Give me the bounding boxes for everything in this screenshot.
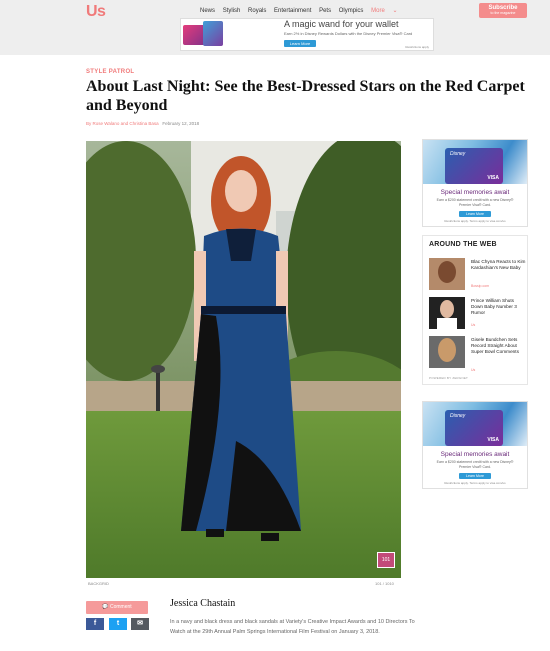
main-nav: News Stylish Royals Entertainment Pets O… bbox=[200, 7, 409, 14]
email-icon: ✉ bbox=[137, 620, 143, 627]
sidebar-ad-bottom[interactable]: Disney VISA Special memories await Earn … bbox=[422, 401, 528, 489]
article-title: About Last Night: See the Best-Dressed S… bbox=[86, 78, 525, 114]
email-share-button[interactable]: ✉ bbox=[131, 618, 149, 630]
around-the-web-heading: AROUND THE WEB bbox=[429, 241, 497, 248]
ad-headline: A magic wand for your wallet bbox=[284, 19, 399, 29]
ad-fine-print: Earn 2% in Disney Rewards Dollars with t… bbox=[284, 31, 413, 36]
site-header: Us News Stylish Royals Entertainment Pet… bbox=[0, 0, 550, 55]
chevron-down-icon: ⌄ bbox=[392, 8, 398, 14]
list-item[interactable]: Prince William Shuts Down Baby Number 3 … bbox=[429, 297, 524, 329]
nav-item-pets[interactable]: Pets bbox=[319, 8, 331, 14]
ad-learn-more-button[interactable]: Learn More bbox=[459, 473, 491, 479]
comment-icon: 💬 bbox=[102, 604, 109, 610]
comment-label: Comment bbox=[109, 604, 132, 610]
nav-item-stylish[interactable]: Stylish bbox=[223, 8, 241, 14]
nav-item-more[interactable]: More ⌄ bbox=[371, 8, 403, 14]
nav-item-entertainment[interactable]: Entertainment bbox=[274, 8, 311, 14]
ad-card-logo: Disney bbox=[450, 151, 466, 157]
ad-fine-print: Earn a $200 statement credit with a new … bbox=[436, 198, 514, 207]
comment-button[interactable]: 💬 Comment bbox=[86, 601, 148, 614]
list-item-source: Bossip.com bbox=[471, 284, 490, 288]
powered-by-label[interactable]: POWERED BY ZERGNET bbox=[429, 376, 468, 380]
ad-disclaimer: Restrictions apply. Terms apply to visa.… bbox=[444, 219, 506, 223]
photo-count: 101 / 1010 bbox=[375, 581, 394, 586]
ad-headline: Special memories await bbox=[440, 451, 510, 458]
article-kicker[interactable]: STYLE PATROL bbox=[86, 69, 134, 75]
ad-fine-print: Earn a $200 statement credit with a new … bbox=[436, 460, 514, 469]
facebook-share-button[interactable]: f bbox=[86, 618, 104, 630]
gallery-photo[interactable] bbox=[86, 141, 401, 578]
facebook-icon: f bbox=[93, 620, 97, 627]
list-item-source: Us bbox=[471, 323, 476, 327]
nav-item-olympics[interactable]: Olympics bbox=[339, 8, 364, 14]
ad-card-image-2 bbox=[203, 21, 223, 46]
ad-card-logo: Disney bbox=[450, 413, 466, 419]
caption-text: In a navy and black dress and black sand… bbox=[170, 619, 415, 635]
ad-learn-more-button[interactable]: Learn More bbox=[284, 40, 316, 47]
byline-authors[interactable]: By Rose Walano and Christina Basa bbox=[86, 121, 159, 126]
nav-item-news[interactable]: News bbox=[200, 8, 215, 14]
top-banner-ad[interactable]: A magic wand for your wallet Earn 2% in … bbox=[180, 18, 434, 51]
caption-celebrity-name: Jessica Chastain bbox=[170, 598, 236, 609]
nav-item-royals[interactable]: Royals bbox=[248, 8, 266, 14]
site-logo[interactable]: Us bbox=[86, 3, 106, 21]
sidebar-ad-top[interactable]: Disney VISA Special memories await Earn … bbox=[422, 139, 528, 227]
ad-disclaimer: Restrictions apply. Terms apply to visa.… bbox=[444, 481, 506, 485]
list-item-title: Prince William Shuts Down Baby Number 3 … bbox=[471, 298, 517, 315]
subscribe-sublabel: to the magazine bbox=[490, 11, 516, 15]
list-item-title: Blac Chyna Reacts to Kim Kardashian's Ne… bbox=[471, 259, 526, 270]
ad-card-brand: VISA bbox=[487, 437, 499, 443]
byline: By Rose Walano and Christina Basa Februa… bbox=[86, 121, 199, 126]
gallery-counter-badge: 101 bbox=[377, 552, 395, 568]
ad-headline: Special memories await bbox=[440, 189, 510, 196]
twitter-icon: t bbox=[116, 620, 120, 627]
ad-card-brand: VISA bbox=[487, 175, 499, 181]
subscribe-button[interactable]: Subscribe to the magazine bbox=[479, 3, 527, 18]
thumbnail-image bbox=[429, 336, 465, 368]
ad-card-image: Disney VISA bbox=[445, 148, 503, 184]
list-item[interactable]: Blac Chyna Reacts to Kim Kardashian's Ne… bbox=[429, 258, 526, 290]
around-the-web-widget: AROUND THE WEB Blac Chyna Reacts to Kim … bbox=[422, 235, 528, 385]
list-item[interactable]: Gisele Bundchen Sets Record Straight Abo… bbox=[429, 336, 524, 372]
ad-learn-more-button[interactable]: Learn More bbox=[459, 211, 491, 217]
list-item-title: Gisele Bundchen Sets Record Straight Abo… bbox=[471, 337, 519, 354]
nav-more-label: More bbox=[371, 8, 385, 14]
photo-credit: BACKGRID bbox=[88, 581, 109, 586]
thumbnail-image bbox=[429, 258, 465, 290]
list-item-source: Us bbox=[471, 368, 476, 372]
byline-date: February 12, 2018 bbox=[162, 121, 200, 126]
photo-illustration bbox=[86, 141, 401, 578]
ad-card-image: Disney VISA bbox=[445, 410, 503, 446]
twitter-share-button[interactable]: t bbox=[109, 618, 127, 630]
ad-disclaimer: Restrictions apply bbox=[405, 45, 429, 49]
thumbnail-image bbox=[429, 297, 465, 329]
